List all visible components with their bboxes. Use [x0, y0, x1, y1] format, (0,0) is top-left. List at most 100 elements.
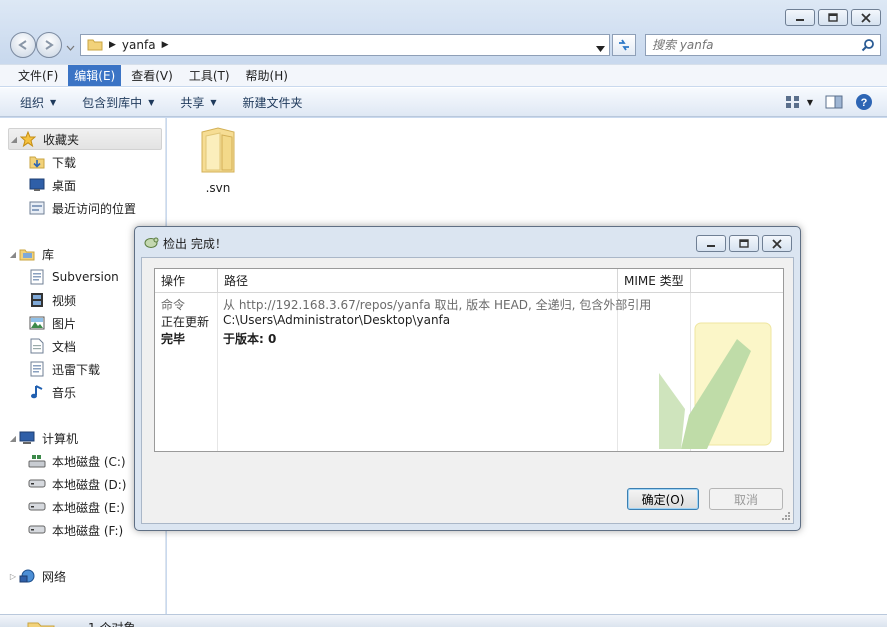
nav-label: 视频 — [52, 293, 77, 308]
organize-button[interactable]: 组织 ▼ — [20, 94, 56, 111]
breadcrumb-arrow-icon[interactable]: ▶ — [109, 40, 116, 50]
column-action[interactable]: 操作 — [155, 269, 218, 293]
svg-text:?: ? — [861, 97, 868, 109]
nav-documents[interactable]: 文档 — [28, 335, 76, 357]
preview-pane-icon[interactable] — [825, 95, 843, 109]
help-icon[interactable]: ? — [855, 93, 873, 111]
checkout-log-list[interactable]: 操作 路径 MIME 类型 命令 从 http://192.168.3.67/r… — [154, 268, 784, 452]
recent-pages-dropdown[interactable] — [66, 40, 75, 54]
dropdown-arrow-icon: ▼ — [806, 97, 813, 107]
share-button[interactable]: 共享 ▼ — [180, 94, 216, 111]
nav-label: 计算机 — [42, 431, 79, 446]
maximize-button[interactable] — [818, 9, 848, 26]
nav-label: 文档 — [52, 339, 77, 354]
nav-label: Subversion — [52, 270, 119, 284]
include-library-button[interactable]: 包含到库中 ▼ — [82, 94, 154, 111]
new-folder-label: 新建文件夹 — [242, 95, 303, 110]
nav-label: 本地磁盘 (C:) — [52, 454, 126, 469]
ok-button[interactable]: 确定(O) — [627, 488, 699, 510]
nav-desktop[interactable]: 桌面 — [28, 174, 76, 196]
back-button[interactable] — [10, 32, 36, 58]
file-item-svn[interactable]: .svn — [195, 126, 241, 195]
nav-videos[interactable]: 视频 — [28, 289, 76, 311]
row-path: 从 http://192.168.3.67/repos/yanfa 取出, 版本… — [223, 298, 652, 312]
menu-file[interactable]: 文件(F) — [12, 65, 64, 86]
menu-help[interactable]: 帮助(H) — [240, 65, 294, 86]
menu-tools[interactable]: 工具(T) — [183, 65, 236, 86]
search-box[interactable] — [645, 34, 881, 56]
dropdown-arrow-icon — [596, 46, 605, 52]
address-bar[interactable]: ▶ yanfa ▶ — [80, 34, 610, 56]
dialog-title-bar: 检出 完成！ — [143, 235, 227, 252]
nav-disk-c[interactable]: 本地磁盘 (C:) — [28, 450, 126, 472]
address-dropdown[interactable] — [596, 41, 605, 55]
close-icon — [861, 12, 871, 23]
desktop-icon — [28, 177, 46, 193]
nav-recent-places[interactable]: 最近访问的位置 — [28, 197, 136, 219]
dialog-maximize-button[interactable] — [729, 235, 759, 252]
close-button[interactable] — [851, 9, 881, 26]
folder-icon — [26, 619, 56, 627]
window-caption-buttons — [785, 9, 881, 26]
cancel-button[interactable]: 取消 — [709, 488, 783, 510]
dialog-caption-buttons — [696, 235, 792, 252]
nav-subversion[interactable]: Subversion — [28, 266, 119, 288]
minimize-icon — [707, 244, 715, 247]
folder-icon — [201, 127, 235, 173]
system-drive-icon — [28, 453, 46, 469]
hard-drive-icon — [28, 476, 46, 492]
expand-arrow-icon[interactable]: ▷ — [8, 572, 18, 581]
collapse-arrow-icon[interactable]: ◢ — [8, 434, 18, 443]
nav-favorites[interactable]: ◢ 收藏夹 — [8, 128, 162, 150]
forward-button[interactable] — [36, 32, 62, 58]
nav-downloads[interactable]: 下载 — [28, 151, 76, 173]
nav-disk-e[interactable]: 本地磁盘 (E:) — [28, 496, 125, 518]
dialog-minimize-button[interactable] — [696, 235, 726, 252]
column-divider — [217, 293, 218, 451]
collapse-arrow-icon[interactable]: ◢ — [9, 135, 19, 144]
document-icon — [28, 338, 46, 354]
include-library-label: 包含到库中 — [82, 95, 143, 110]
music-note-icon — [28, 384, 46, 400]
list-header: 操作 路径 MIME 类型 — [155, 269, 783, 293]
nav-music[interactable]: 音乐 — [28, 381, 76, 403]
nav-computer[interactable]: ◢ 计算机 — [8, 427, 78, 449]
nav-disk-f[interactable]: 本地磁盘 (F:) — [28, 519, 123, 541]
computer-icon — [18, 430, 36, 446]
resize-grip-icon[interactable] — [781, 511, 791, 521]
minimize-icon — [796, 18, 804, 21]
row-action: 命令 — [161, 298, 186, 312]
nav-libraries[interactable]: ◢ 库 — [8, 243, 54, 265]
minimize-button[interactable] — [785, 9, 815, 26]
breadcrumb-yanfa[interactable]: yanfa — [122, 38, 156, 52]
nav-thunder-downloads[interactable]: 迅雷下载 — [28, 358, 100, 380]
nav-pictures[interactable]: 图片 — [28, 312, 76, 334]
breadcrumb-arrow-icon[interactable]: ▶ — [162, 40, 169, 50]
dialog-close-button[interactable] — [762, 235, 792, 252]
collapse-arrow-icon[interactable]: ◢ — [8, 250, 18, 259]
search-icon[interactable] — [861, 38, 875, 55]
change-view-button[interactable]: ▼ — [785, 95, 813, 109]
column-path[interactable]: 路径 — [218, 269, 618, 293]
row-path: 于版本: 0 — [223, 332, 277, 346]
nav-label: 本地磁盘 (E:) — [52, 500, 125, 515]
refresh-button[interactable] — [612, 34, 636, 56]
row-path: C:\Users\Administrator\Desktop\yanfa — [223, 313, 451, 327]
menu-bar: 文件(F) 编辑(E) 查看(V) 工具(T) 帮助(H) — [0, 64, 887, 86]
checkmark-watermark-icon — [659, 322, 772, 449]
nav-disk-d[interactable]: 本地磁盘 (D:) — [28, 473, 126, 495]
checkout-dialog: 检出 完成！ 操作 路径 MIME 类型 命令 从 http://192.168… — [134, 226, 801, 531]
picture-icon — [28, 315, 46, 331]
recent-places-icon — [28, 200, 46, 216]
search-input[interactable] — [646, 35, 846, 55]
close-icon — [772, 238, 782, 249]
nav-network[interactable]: ▷ 网络 — [8, 565, 66, 587]
network-icon — [18, 568, 36, 584]
dialog-title: 检出 完成！ — [163, 237, 227, 251]
subversion-library-icon — [28, 269, 46, 285]
column-mime-type[interactable]: MIME 类型 — [618, 269, 691, 293]
menu-edit[interactable]: 编辑(E) — [68, 65, 122, 86]
organize-label: 组织 — [20, 95, 45, 110]
new-folder-button[interactable]: 新建文件夹 — [243, 94, 303, 111]
menu-view[interactable]: 查看(V) — [125, 65, 179, 86]
